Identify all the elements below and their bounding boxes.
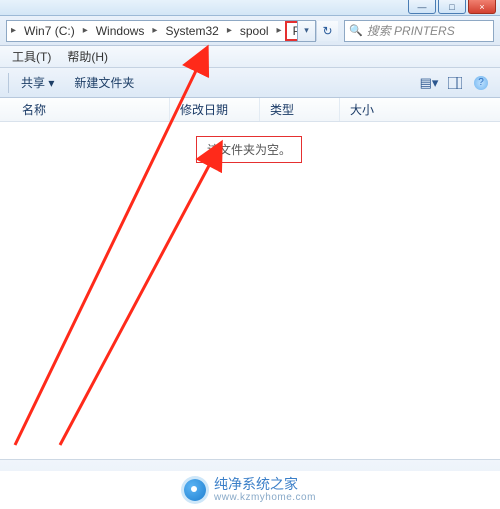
watermark: 纯净系统之家 www.kzmyhome.com xyxy=(0,471,500,509)
new-folder-button[interactable]: 新建文件夹 xyxy=(64,72,144,94)
preview-pane-button[interactable] xyxy=(442,72,468,94)
column-name[interactable]: 名称 xyxy=(0,98,170,121)
address-dropdown[interactable]: ▾ xyxy=(298,20,316,42)
watermark-url: www.kzmyhome.com xyxy=(214,492,316,503)
toolbar: 共享 ▾ 新建文件夹 ▤ ▾ ? xyxy=(0,68,500,98)
help-icon: ? xyxy=(474,76,488,90)
search-input[interactable]: 🔍 搜索 PRINTERS xyxy=(344,20,494,42)
file-list-area[interactable]: 该文件夹为空。 xyxy=(0,122,500,460)
maximize-button[interactable]: □ xyxy=(438,0,466,14)
refresh-button[interactable]: ↻ xyxy=(316,21,338,41)
empty-folder-message: 该文件夹为空。 xyxy=(196,136,302,163)
chevron-right-icon: ▸ xyxy=(79,25,90,36)
breadcrumb-item[interactable]: Windows xyxy=(90,21,149,41)
column-size[interactable]: 大小 xyxy=(340,98,500,121)
chevron-right-icon: ▸ xyxy=(223,25,234,36)
window-titlebar: — □ × xyxy=(0,0,500,16)
menu-bar: 工具(T) 帮助(H) xyxy=(0,46,500,68)
breadcrumb-item[interactable]: System32 xyxy=(159,21,222,41)
close-button[interactable]: × xyxy=(468,0,496,14)
toolbar-separator xyxy=(8,73,9,93)
view-icon: ▤ xyxy=(420,75,432,91)
breadcrumb[interactable]: ▸ Win7 (C:) ▸ Windows ▸ System32 ▸ spool… xyxy=(6,20,298,42)
search-placeholder: 搜索 PRINTERS xyxy=(367,22,455,39)
pane-icon xyxy=(448,77,462,89)
search-icon: 🔍 xyxy=(349,24,363,37)
breadcrumb-item[interactable]: Win7 (C:) xyxy=(18,21,79,41)
chevron-right-icon: ▸ xyxy=(273,25,284,36)
minimize-button[interactable]: — xyxy=(408,0,436,14)
watermark-title: 纯净系统之家 xyxy=(214,477,316,492)
chevron-right-icon: ▸ xyxy=(7,25,18,36)
watermark-logo-icon xyxy=(184,479,206,501)
chevron-right-icon: ▸ xyxy=(148,25,159,36)
column-type[interactable]: 类型 xyxy=(260,98,340,121)
column-headers: 名称 修改日期 类型 大小 xyxy=(0,98,500,122)
new-folder-label: 新建文件夹 xyxy=(74,74,134,91)
chevron-down-icon: ▾ xyxy=(432,75,439,91)
breadcrumb-item-current[interactable]: PRINTERS xyxy=(285,21,298,41)
share-label: 共享 ▾ xyxy=(21,74,54,91)
menu-help[interactable]: 帮助(H) xyxy=(59,48,116,65)
column-date[interactable]: 修改日期 xyxy=(170,98,260,121)
view-options-button[interactable]: ▤ ▾ xyxy=(416,72,442,94)
address-row: ▸ Win7 (C:) ▸ Windows ▸ System32 ▸ spool… xyxy=(0,16,500,46)
help-button[interactable]: ? xyxy=(468,72,494,94)
share-button[interactable]: 共享 ▾ xyxy=(11,72,64,94)
breadcrumb-item[interactable]: spool xyxy=(234,21,273,41)
menu-tools[interactable]: 工具(T) xyxy=(4,48,59,65)
